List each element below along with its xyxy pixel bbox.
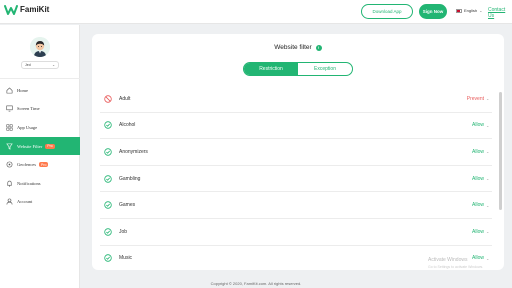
chevron-down-icon[interactable]: ⌄ [486,229,492,234]
bell-icon [6,180,13,187]
screen-time-icon [6,105,13,112]
check-circle-icon [104,228,112,236]
sidebar-item-website-filter[interactable]: Website Filter Pro [0,136,80,156]
user-icon [6,198,13,205]
famikit-logo-icon [4,5,18,15]
category-name: Alcohol [119,122,136,129]
sidebar-item-screen-time[interactable]: Screen Time [0,100,80,119]
check-circle-icon [104,254,112,263]
check-circle-icon [104,148,112,156]
category-name: Anonymizers [119,148,148,155]
child-avatar-icon [30,37,50,57]
activate-windows-watermark: Activate Windows Go to Settings to activ… [428,257,483,271]
website-filter-panel: Website filter ! Restriction Exception A… [92,34,504,270]
avatar [30,37,50,57]
filter-icon [6,143,13,150]
chevron-down-icon[interactable]: ⌄ [486,256,492,261]
category-name: Adult [119,95,131,102]
tab-restriction[interactable]: Restriction [244,63,298,75]
list-item[interactable]: Adult Prevent ⌄ [100,86,492,113]
chevron-down-icon: ⌄ [52,63,55,67]
category-name: Gambling [119,175,141,182]
geofence-icon [6,161,13,168]
page-title: Website filter ! [92,44,504,51]
info-icon[interactable]: ! [315,44,322,51]
child-name: Jed [25,63,31,67]
child-selector[interactable]: Jed ⌄ [21,61,59,69]
check-circle-icon [104,174,112,183]
page-title-text: Website filter [274,44,312,51]
sidebar-item-notifications[interactable]: Notifications [0,174,80,193]
famikit-logo[interactable]: FamiKit [4,4,49,16]
sidebar-item-label: Notifications [17,180,41,186]
prohibited-icon [104,95,112,103]
category-name: Job [119,228,128,235]
footer-copyright: Copyright © 2020, FamiKit.com. All right… [210,281,302,286]
flag-icon [456,8,462,13]
category-status[interactable]: Prevent [467,96,484,102]
category-name: Games [119,202,136,209]
chevron-down-icon[interactable]: ⌄ [486,203,492,208]
category-status[interactable]: Allow [472,229,484,235]
sidebar-divider [0,78,80,79]
pro-badge: Pro [45,143,55,149]
sidebar-item-account[interactable]: Account [0,193,80,212]
pro-badge: Pro [39,162,49,168]
brand-name: FamiKit [20,5,50,14]
list-item[interactable]: Anonymizers Allow ⌄ [100,139,492,166]
category-status[interactable]: Allow [472,202,484,208]
sidebar-item-home[interactable]: Home [0,81,80,100]
chevron-down-icon[interactable]: ⌄ [486,149,492,154]
watermark-subtitle: Go to Settings to activate Windows. [428,265,484,269]
chevron-down-icon[interactable]: ⌄ [486,123,492,128]
home-icon [6,87,13,94]
sidebar-nav: Home Screen Time App Usage Website Filte… [0,81,80,211]
sidebar-item-label: Website Filter [17,143,43,149]
category-status[interactable]: Allow [472,176,484,182]
sidebar: Jed ⌄ Home Screen Time App Usage Website… [0,25,80,288]
signup-button[interactable]: Sign Now [419,4,447,19]
category-list: Adult Prevent ⌄ Alcohol Allow ⌄ Anonymiz… [92,86,504,270]
check-circle-icon [104,201,112,209]
scrollbar[interactable] [499,92,502,210]
filter-tabs: Restriction Exception [243,62,353,76]
list-item[interactable]: Gambling Allow ⌄ [100,166,492,193]
download-app-button[interactable]: Download App [361,4,413,19]
category-name: Music [119,255,133,262]
language-label: English [464,8,478,13]
sidebar-item-label: Account [17,199,33,205]
category-status[interactable]: Allow [472,122,484,128]
contact-us-link[interactable]: Contact Us [488,7,512,19]
watermark-title: Activate Windows [428,257,468,263]
sidebar-item-label: Geofences [17,162,36,168]
language-selector[interactable]: English ⌄ [456,8,482,13]
check-circle-icon [104,121,112,130]
list-item[interactable]: Games Allow ⌄ [100,192,492,219]
chevron-down-icon[interactable]: ⌄ [486,176,492,181]
tab-exception[interactable]: Exception [298,63,352,75]
app-usage-icon [6,124,13,131]
sidebar-item-geofences[interactable]: Geofences Pro [0,155,80,174]
list-item[interactable]: Alcohol Allow ⌄ [100,113,492,140]
top-bar: FamiKit Download App Sign Now English ⌄ … [0,0,512,24]
chevron-down-icon: ⌄ [479,8,483,13]
sidebar-item-label: Screen Time [17,106,40,112]
list-item[interactable]: Job Allow ⌄ [100,219,492,246]
sidebar-item-app-usage[interactable]: App Usage [0,118,80,137]
sidebar-item-label: App Usage [17,124,38,130]
sidebar-item-label: Home [17,87,28,93]
chevron-down-icon[interactable]: ⌄ [486,96,492,101]
category-status[interactable]: Allow [472,149,484,155]
